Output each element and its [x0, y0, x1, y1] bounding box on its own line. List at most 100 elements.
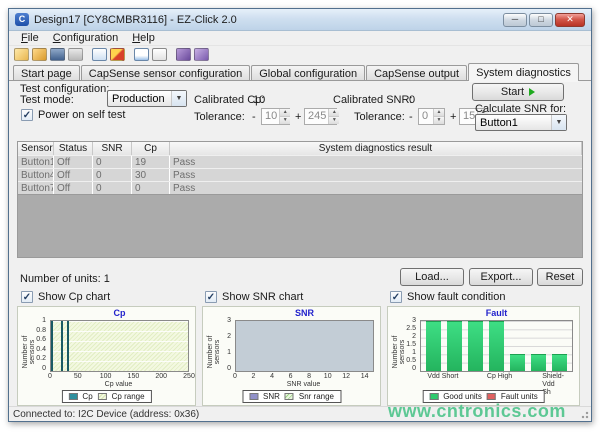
export-button[interactable]: Export... [469, 268, 533, 286]
tab-strip: Start page CapSense sensor configuration… [9, 63, 591, 81]
disconnect-device-icon[interactable] [194, 48, 209, 61]
play-icon [529, 88, 535, 96]
start-button[interactable]: Start [472, 83, 564, 101]
cp-chart-xticks: 050 100150 200250 [50, 373, 189, 381]
open-project-icon[interactable] [32, 48, 47, 61]
cp-bar [67, 321, 69, 371]
snr-legend-swatch [249, 393, 258, 400]
cp-chart-legend: Cp Cp range [61, 390, 151, 403]
snr-tolerance-label: Tolerance: [354, 111, 405, 123]
fault-bar [510, 354, 525, 371]
col-header-sensor[interactable]: Sensor [18, 142, 54, 155]
save-project-icon[interactable] [50, 48, 65, 61]
checkbox-check-icon: ✓ [21, 109, 33, 121]
snr-chart-xlabel: SNR value [233, 381, 374, 388]
power-on-self-test-checkbox[interactable]: ✓ Power on self test [21, 109, 125, 121]
menu-file[interactable]: File [15, 32, 45, 44]
connect-device-icon[interactable] [176, 48, 191, 61]
fault-bar [531, 354, 546, 371]
checkbox-check-icon: ✓ [21, 291, 33, 303]
menu-configuration[interactable]: Configuration [47, 32, 124, 44]
cp-chart-title: Cp [48, 308, 191, 318]
report-icon[interactable] [152, 48, 167, 61]
cp-chart-xlabel: Cp value [48, 381, 189, 388]
table-row[interactable]: Button7 Off 0 0 Pass [18, 181, 582, 194]
app-logo-icon: C [15, 13, 29, 26]
tab-global-configuration[interactable]: Global configuration [251, 65, 365, 81]
cp-tolerance-label: Tolerance: [194, 111, 245, 123]
test-mode-dropdown[interactable]: Production ▼ [107, 90, 187, 107]
cp-tolerance-plus-sign: + [295, 111, 301, 123]
snr-chart-legend: SNR Snr range [242, 390, 341, 403]
cp-legend-swatch [68, 393, 77, 400]
diagnostics-table[interactable]: Sensor Status SNR Cp System diagnostics … [17, 141, 583, 258]
cp-bar [61, 321, 63, 371]
title-bar[interactable]: C Design17 [CY8CMBR3116] - EZ-Click 2.0 … [9, 9, 591, 31]
fault-bar [447, 321, 462, 371]
test-mode-value: Production [108, 93, 171, 105]
fault-bar [426, 321, 441, 371]
app-window: C Design17 [CY8CMBR3116] - EZ-Click 2.0 … [8, 8, 592, 422]
show-cp-chart-checkbox[interactable]: ✓ Show Cp chart [21, 291, 110, 303]
cp-bar [51, 321, 53, 371]
spinner-arrows-icon[interactable]: ▲▼ [279, 109, 290, 124]
snr-tolerance-minus-spinner[interactable]: 0 ▲▼ [418, 108, 445, 125]
apply-config-icon[interactable] [110, 48, 125, 61]
number-of-units-label: Number of units: 1 [20, 273, 110, 285]
cp-tolerance-plus-spinner[interactable]: 245 ▲▼ [304, 108, 337, 125]
fault-chart-yticks: 32.5 21.5 10.5 0 [398, 318, 416, 372]
checkbox-check-icon: ✓ [205, 291, 217, 303]
snr-chart-title: SNR [233, 308, 376, 318]
cp-range-legend-swatch [98, 393, 107, 400]
menu-bar: File Configuration Help [9, 31, 591, 46]
load-button[interactable]: Load... [400, 268, 464, 286]
spinner-arrows-icon[interactable]: ▲▼ [433, 109, 444, 124]
spinner-arrows-icon[interactable]: ▲▼ [328, 109, 339, 124]
resize-grip[interactable] [579, 409, 589, 419]
export-register-map-icon[interactable] [92, 48, 107, 61]
tab-system-diagnostics[interactable]: System diagnostics [468, 63, 579, 81]
toolbar [9, 46, 591, 63]
tab-start-page[interactable]: Start page [13, 65, 80, 81]
system-diagnostics-page: Test configuration: Test mode: Productio… [9, 81, 591, 406]
show-fault-condition-checkbox[interactable]: ✓ Show fault condition [390, 291, 505, 303]
fault-chart: Fault Number of sensors 32.5 21.5 10.5 0… [387, 306, 580, 406]
menu-help[interactable]: Help [126, 32, 161, 44]
table-row[interactable]: Button1 Off 0 19 Pass [18, 155, 582, 168]
col-header-result[interactable]: System diagnostics result [170, 142, 582, 155]
tab-capsense-sensor-configuration[interactable]: CapSense sensor configuration [81, 65, 250, 81]
calculate-snr-dropdown[interactable]: Button1 ▼ [475, 114, 567, 131]
show-snr-chart-checkbox[interactable]: ✓ Show SNR chart [205, 291, 303, 303]
apply-to-device-icon[interactable] [134, 48, 149, 61]
snr-range-legend-swatch [285, 393, 294, 400]
col-header-cp[interactable]: Cp [132, 142, 170, 155]
cp-chart: Cp Number of sensors 10.8 0.60.4 0.20 05… [17, 306, 196, 406]
new-project-icon[interactable] [14, 48, 29, 61]
print-icon[interactable] [68, 48, 83, 61]
test-mode-label: Test mode: [20, 94, 74, 106]
fault-chart-xticks: Vdd Short Cp High Shield-Vdd Sh [420, 373, 573, 381]
reset-button[interactable]: Reset [537, 268, 583, 286]
maximize-button[interactable]: □ [529, 13, 553, 27]
close-button[interactable]: ✕ [555, 13, 585, 27]
cp-chart-yticks: 10.8 0.60.4 0.20 [28, 318, 46, 372]
calibrated-cp-value: 10 [253, 94, 265, 106]
fault-bar [489, 321, 504, 371]
fault-units-legend-swatch [487, 393, 496, 400]
chevron-down-icon: ▼ [171, 91, 186, 106]
window-title: Design17 [CY8CMBR3116] - EZ-Click 2.0 [34, 14, 503, 26]
cp-tolerance-minus-sign: - [252, 111, 256, 123]
cp-tolerance-minus-spinner[interactable]: 10 ▲▼ [261, 108, 290, 125]
cp-chart-plot-area [50, 320, 189, 372]
tab-capsense-output[interactable]: CapSense output [366, 65, 467, 81]
col-header-snr[interactable]: SNR [93, 142, 132, 155]
table-empty-area [18, 194, 582, 257]
checkbox-check-icon: ✓ [390, 291, 402, 303]
table-row[interactable]: Button4 Off 0 30 Pass [18, 168, 582, 181]
connection-status: Connected to: I2C Device (address: 0x36) [13, 409, 199, 420]
fault-chart-plot-area [420, 320, 573, 372]
col-header-status[interactable]: Status [54, 142, 93, 155]
snr-tolerance-plus-sign: + [450, 111, 456, 123]
minimize-button[interactable]: ─ [503, 13, 527, 27]
snr-tolerance-minus-sign: - [409, 111, 413, 123]
